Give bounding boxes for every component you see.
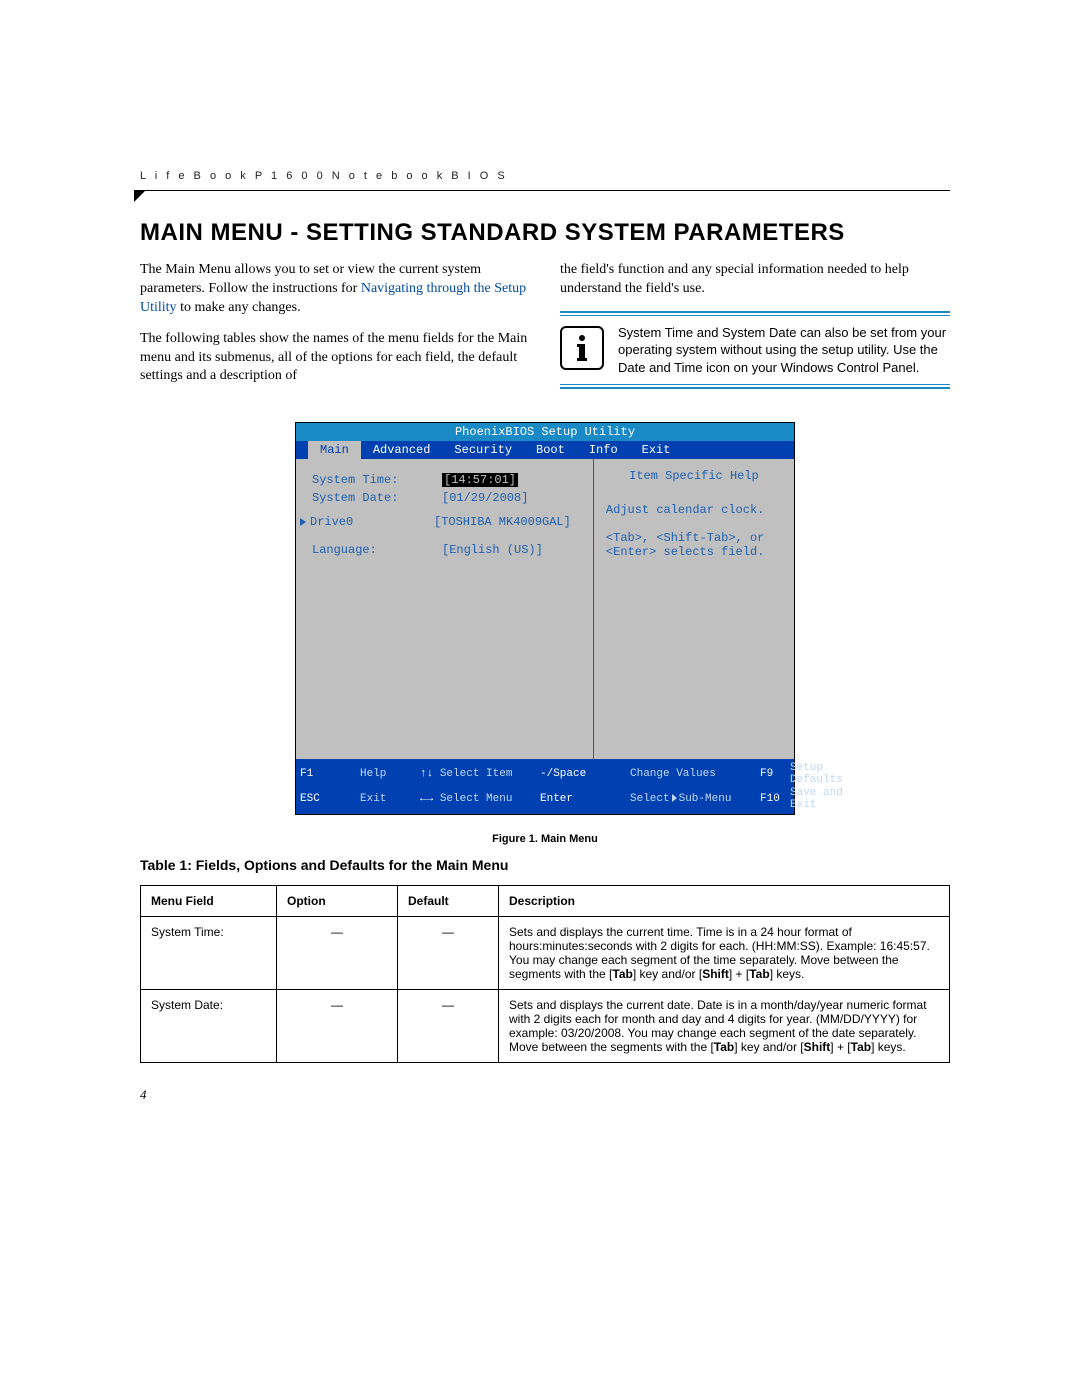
- bios-menu-advanced[interactable]: Advanced: [361, 441, 443, 459]
- left-column: The Main Menu allows you to set or view …: [140, 261, 530, 398]
- bios-screenshot: PhoenixBIOS Setup Utility Main Advanced …: [295, 422, 795, 815]
- bios-value-time[interactable]: [14:57:01]: [442, 473, 518, 487]
- label-select-submenu: SelectSub-Menu: [630, 793, 760, 805]
- page-number: 4: [140, 1087, 147, 1103]
- col-menu-field: Menu Field: [141, 886, 277, 917]
- intro-text-b: to make any changes.: [177, 300, 301, 315]
- running-header: L i f e B o o k P 1 6 0 0 N o t e b o o …: [140, 170, 950, 182]
- key-esc: ESC: [300, 793, 320, 805]
- table-row: System Time:——Sets and displays the curr…: [141, 917, 950, 990]
- note-box: System Time and System Date can also be …: [560, 311, 950, 390]
- key-f1: F1: [300, 768, 313, 780]
- bios-menubar: Main Advanced Security Boot Info Exit: [296, 441, 794, 459]
- fields-table: Menu Field Option Default Description Sy…: [140, 885, 950, 1063]
- bios-label-language: Language:: [312, 543, 442, 557]
- bios-main-panel: System Time: [14:57:01] System Date: [01…: [296, 459, 594, 759]
- submenu-marker-icon: [300, 518, 306, 526]
- bios-help-panel: Item Specific Help Adjust calendar clock…: [594, 459, 794, 759]
- intro-para-2: The following tables show the names of t…: [140, 330, 530, 387]
- figure-caption: Figure 1. Main Menu: [140, 833, 950, 845]
- col-option: Option: [277, 886, 398, 917]
- label-select-item: Select Item: [440, 768, 513, 780]
- bios-help-line1: Adjust calendar clock.: [606, 503, 782, 517]
- label-setup-defaults: Setup Defaults: [790, 762, 843, 786]
- col-default: Default: [398, 886, 499, 917]
- bios-label-time: System Time:: [312, 473, 442, 487]
- header-rule: [140, 190, 950, 191]
- key-arrows-h: ←→: [420, 793, 433, 805]
- key-minus-space: -/Space: [540, 768, 630, 780]
- note-text: System Time and System Date can also be …: [618, 324, 950, 377]
- label-select-menu: Select Menu: [440, 793, 513, 805]
- bios-menu-exit[interactable]: Exit: [630, 441, 683, 459]
- key-f10: F10: [760, 793, 790, 805]
- bios-menu-security[interactable]: Security: [442, 441, 524, 459]
- bios-value-drive0: [TOSHIBA MK4009GAL]: [434, 515, 571, 529]
- bios-footer: F1 Help ↑↓ Select Item -/Space Change Va…: [296, 759, 794, 814]
- bios-value-date[interactable]: [01/29/2008]: [442, 491, 528, 505]
- label-exit: Exit: [360, 793, 420, 805]
- right-column: the field's function and any special inf…: [560, 261, 950, 398]
- bios-help-title: Item Specific Help: [606, 469, 782, 483]
- key-f9: F9: [760, 768, 790, 780]
- header-triangle-icon: [134, 190, 148, 204]
- bios-menu-main[interactable]: Main: [308, 441, 361, 459]
- label-help: Help: [360, 768, 420, 780]
- bios-help-line3: <Enter> selects field.: [606, 545, 782, 559]
- key-enter: Enter: [540, 793, 630, 805]
- page-title: MAIN MENU - SETTING STANDARD SYSTEM PARA…: [140, 219, 950, 247]
- bios-help-line2: <Tab>, <Shift-Tab>, or: [606, 531, 782, 545]
- bios-menu-boot[interactable]: Boot: [524, 441, 577, 459]
- bios-value-language[interactable]: [English (US)]: [442, 543, 543, 557]
- intro-para-cont: the field's function and any special inf…: [560, 261, 950, 299]
- table-title: Table 1: Fields, Options and Defaults fo…: [140, 857, 950, 873]
- key-arrows-v: ↑↓: [420, 768, 433, 780]
- info-icon: [560, 326, 604, 370]
- bios-title: PhoenixBIOS Setup Utility: [296, 423, 794, 441]
- label-change-values: Change Values: [630, 768, 760, 780]
- bios-menu-info[interactable]: Info: [577, 441, 630, 459]
- col-description: Description: [499, 886, 950, 917]
- label-save-exit: Save and Exit: [790, 787, 843, 811]
- bios-label-date: System Date:: [312, 491, 442, 505]
- bios-label-drive0[interactable]: Drive0: [310, 515, 434, 529]
- table-row: System Date:——Sets and displays the curr…: [141, 990, 950, 1063]
